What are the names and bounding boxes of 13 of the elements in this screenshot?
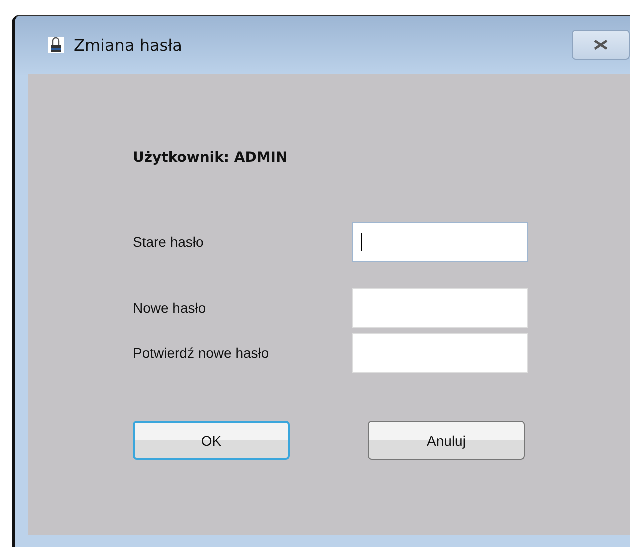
field-label: Stare hasło [133,234,205,250]
password-field[interactable] [352,222,528,262]
window-title: Zmiana hasła [74,36,184,54]
password-field[interactable] [352,288,528,328]
padlock-icon [48,37,64,53]
password-field[interactable] [352,333,528,373]
close-icon [594,40,608,50]
dialog-button[interactable]: Anuluj [368,421,525,460]
close-button[interactable] [572,30,630,60]
user-label: Użytkownik: ADMIN [133,150,289,166]
field-label: Nowe hasło [133,300,208,316]
field-label: Potwierdź nowe hasło [133,345,270,361]
dialog-button[interactable]: OK [133,421,290,460]
